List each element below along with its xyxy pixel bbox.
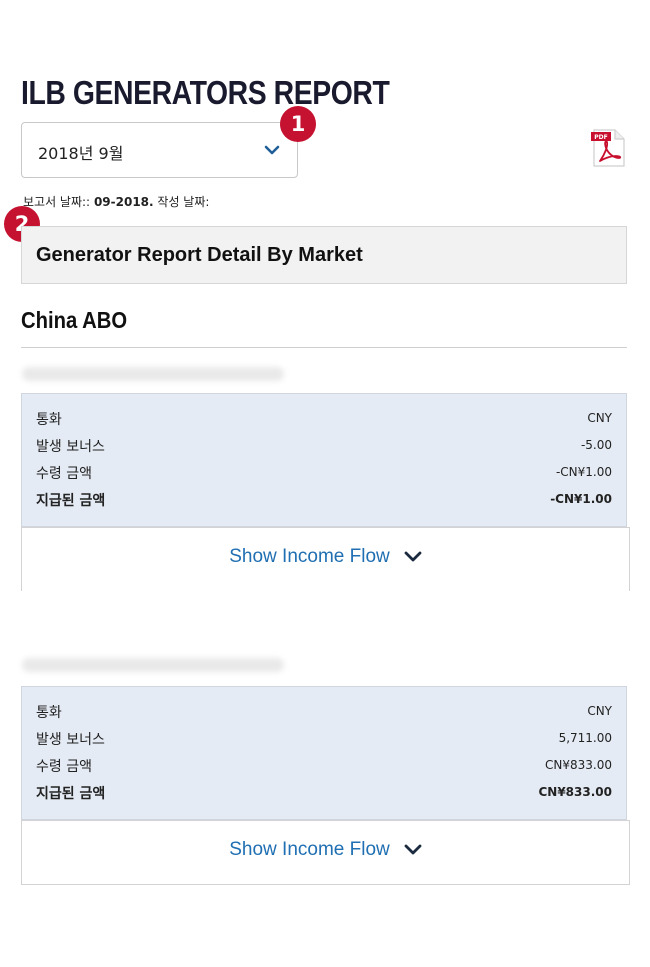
row-label: 발생 보너스 xyxy=(36,732,105,748)
row-value: CN¥833.00 xyxy=(538,785,612,799)
period-select-value: 2018년 9월 xyxy=(38,144,124,163)
step-badge-1: 1 xyxy=(280,106,316,142)
income-flow-panel: Show Income Flow xyxy=(21,527,630,591)
row-label: 수령 금액 xyxy=(36,466,92,482)
row-label: 지급된 금액 xyxy=(36,493,106,509)
svg-text:PDF: PDF xyxy=(594,134,607,141)
row-value: -CN¥1.00 xyxy=(555,465,612,479)
income-flow-panel: Show Income Flow xyxy=(21,820,630,885)
show-income-flow-button[interactable]: Show Income Flow xyxy=(22,839,629,861)
row-value: 5,711.00 xyxy=(558,731,612,745)
row-label: 발생 보너스 xyxy=(36,439,105,455)
show-income-flow-label: Show Income Flow xyxy=(229,546,390,567)
report-date-value: 09-2018. xyxy=(93,195,154,209)
period-select[interactable]: 2018년 9월 xyxy=(21,122,298,178)
row-value: -CN¥1.00 xyxy=(550,492,612,506)
chevron-down-icon xyxy=(264,145,280,155)
currency-row: 통화 CNY xyxy=(36,409,612,429)
paid-row: 지급된 금액 -CN¥1.00 xyxy=(36,490,612,510)
show-income-flow-button[interactable]: Show Income Flow xyxy=(22,546,629,568)
row-value: CN¥833.00 xyxy=(545,758,612,772)
bonus-summary-card: 통화 CNY 발생 보너스 -5.00 수령 금액 -CN¥1.00 지급된 금… xyxy=(21,393,627,527)
bonus-summary-card: 통화 CNY 발생 보너스 5,711.00 수령 금액 CN¥833.00 지… xyxy=(21,686,627,820)
received-row: 수령 금액 CN¥833.00 xyxy=(36,756,612,776)
pdf-icon[interactable]: PDF xyxy=(588,128,628,168)
redacted-member-name xyxy=(22,658,284,672)
report-date-label: 보고서 날짜:: xyxy=(23,195,91,209)
row-label: 통화 xyxy=(36,705,62,721)
divider xyxy=(21,347,627,348)
row-value: -5.00 xyxy=(580,438,612,452)
written-date-label: 작성 날짜: xyxy=(157,195,210,209)
received-row: 수령 금액 -CN¥1.00 xyxy=(36,463,612,483)
redacted-member-name xyxy=(22,367,284,381)
section-header: Generator Report Detail By Market xyxy=(21,226,627,284)
market-name: China ABO xyxy=(21,307,128,333)
page-title: ILB GENERATORS REPORT xyxy=(21,74,390,111)
row-value: CNY xyxy=(587,411,612,425)
bonus-row: 발생 보너스 -5.00 xyxy=(36,436,612,456)
bonus-row: 발생 보너스 5,711.00 xyxy=(36,729,612,749)
row-label: 통화 xyxy=(36,412,62,428)
row-value: CNY xyxy=(587,704,612,718)
paid-row: 지급된 금액 CN¥833.00 xyxy=(36,783,612,803)
section-title: Generator Report Detail By Market xyxy=(36,244,363,266)
report-dates: 보고서 날짜:: 09-2018. 작성 날짜: xyxy=(23,193,209,210)
show-income-flow-label: Show Income Flow xyxy=(229,839,390,860)
chevron-down-icon xyxy=(404,551,422,562)
currency-row: 통화 CNY xyxy=(36,702,612,722)
row-label: 지급된 금액 xyxy=(36,786,106,802)
row-label: 수령 금액 xyxy=(36,759,92,775)
chevron-down-icon xyxy=(404,844,422,855)
